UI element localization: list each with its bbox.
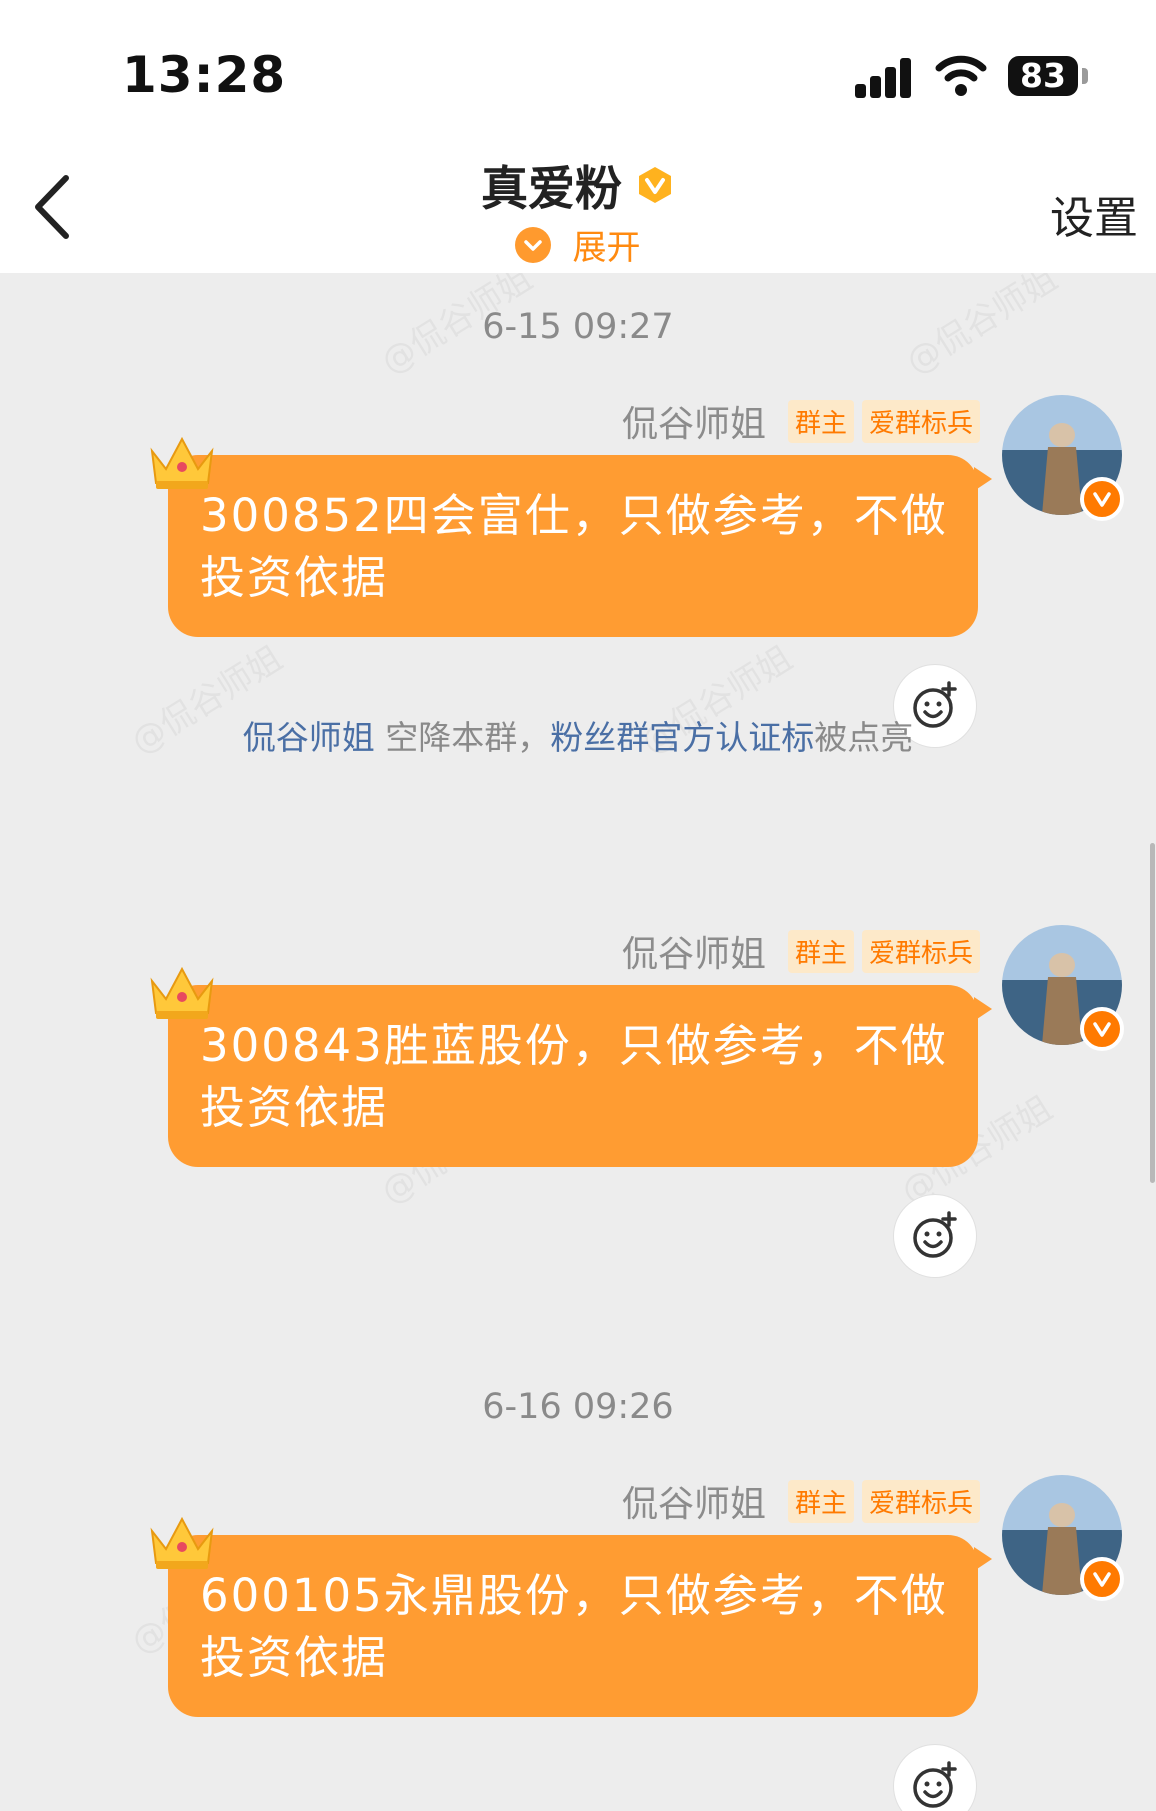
bubble-tail [974, 1547, 992, 1571]
crown-icon [150, 1516, 214, 1569]
expand-toggle[interactable]: 展开 [0, 220, 1156, 269]
system-message: 侃谷师姐 空降本群，粉丝群官方认证标被点亮 [0, 711, 1156, 759]
status-bar: 13:28 83 [0, 0, 1156, 140]
chat-header: 真爱粉 展开 设置 [0, 140, 1156, 273]
sender-name[interactable]: 侃谷师姐 [622, 1475, 766, 1527]
signal-icon [855, 58, 913, 98]
message-bubble[interactable]: 300843胜蓝股份，只做参考，不做投资依据 [168, 985, 978, 1167]
message-meta: 侃谷师姐 群主 爱群标兵 [622, 929, 980, 975]
verified-v-icon [1080, 477, 1124, 521]
message-meta: 侃谷师姐 群主 爱群标兵 [622, 399, 980, 445]
message-meta: 侃谷师姐 群主 爱群标兵 [622, 1479, 980, 1525]
tag-owner: 群主 [787, 399, 854, 443]
system-message-user[interactable]: 侃谷师姐 [243, 718, 375, 757]
bubble-tail [974, 997, 992, 1021]
scrollbar[interactable] [1150, 843, 1155, 1183]
message-item: 侃谷师姐 群主 爱群标兵 600105永鼎股份，只做参考，不做投资依据 [0, 1475, 1156, 1811]
system-message-text: 被点亮 [814, 718, 914, 757]
sender-name[interactable]: 侃谷师姐 [622, 925, 766, 977]
timestamp: 6-15 09:27 [482, 307, 674, 347]
status-time: 13:28 [122, 46, 287, 104]
message-bubble[interactable]: 600105永鼎股份，只做参考，不做投资依据 [168, 1535, 978, 1717]
message-text: 300852四会富仕，只做参考，不做投资依据 [200, 489, 948, 604]
message-text: 600105永鼎股份，只做参考，不做投资依据 [200, 1569, 948, 1684]
battery-icon: 83 [1008, 56, 1078, 96]
battery-cap [1082, 68, 1088, 84]
message-item: 侃谷师姐 群主 爱群标兵 300852四会富仕，只做参考，不做投资依据 [0, 395, 1156, 761]
timestamp: 6-16 09:26 [482, 1387, 674, 1427]
message-bubble[interactable]: 300852四会富仕，只做参考，不做投资依据 [168, 455, 978, 637]
tag-member-badge: 爱群标兵 [861, 399, 980, 443]
tag-member-badge: 爱群标兵 [861, 1479, 980, 1523]
verified-v-icon [1080, 1557, 1124, 1601]
settings-button[interactable]: 设置 [1050, 182, 1138, 246]
add-emoji-reaction-icon[interactable] [894, 1745, 976, 1811]
crown-icon [150, 436, 214, 489]
tag-owner: 群主 [787, 1479, 854, 1523]
message-list[interactable]: @侃谷师姐 @侃谷师姐 @侃谷师姐 @侃谷师姐 @侃谷师姐 @侃谷师姐 @侃谷师… [0, 273, 1156, 1811]
verified-v-icon [639, 166, 672, 203]
wifi-icon [935, 55, 987, 96]
system-message-highlight[interactable]: 粉丝群官方认证标 [550, 718, 814, 757]
title-group[interactable]: 真爱粉 [0, 150, 1156, 219]
expand-label: 展开 [572, 228, 641, 268]
message-item: 侃谷师姐 群主 爱群标兵 300843胜蓝股份，只做参考，不做投资依据 [0, 925, 1156, 1291]
add-emoji-reaction-icon[interactable] [894, 1195, 976, 1277]
sender-name[interactable]: 侃谷师姐 [622, 395, 766, 447]
system-message-text: 空降本群， [374, 718, 551, 757]
chevron-down-icon [515, 226, 552, 263]
verified-v-icon [1080, 1007, 1124, 1051]
crown-icon [150, 966, 214, 1019]
tag-owner: 群主 [787, 929, 854, 973]
group-title: 真爱粉 [480, 162, 622, 217]
message-text: 300843胜蓝股份，只做参考，不做投资依据 [200, 1019, 948, 1134]
bubble-tail [974, 467, 992, 491]
tag-member-badge: 爱群标兵 [861, 929, 980, 973]
